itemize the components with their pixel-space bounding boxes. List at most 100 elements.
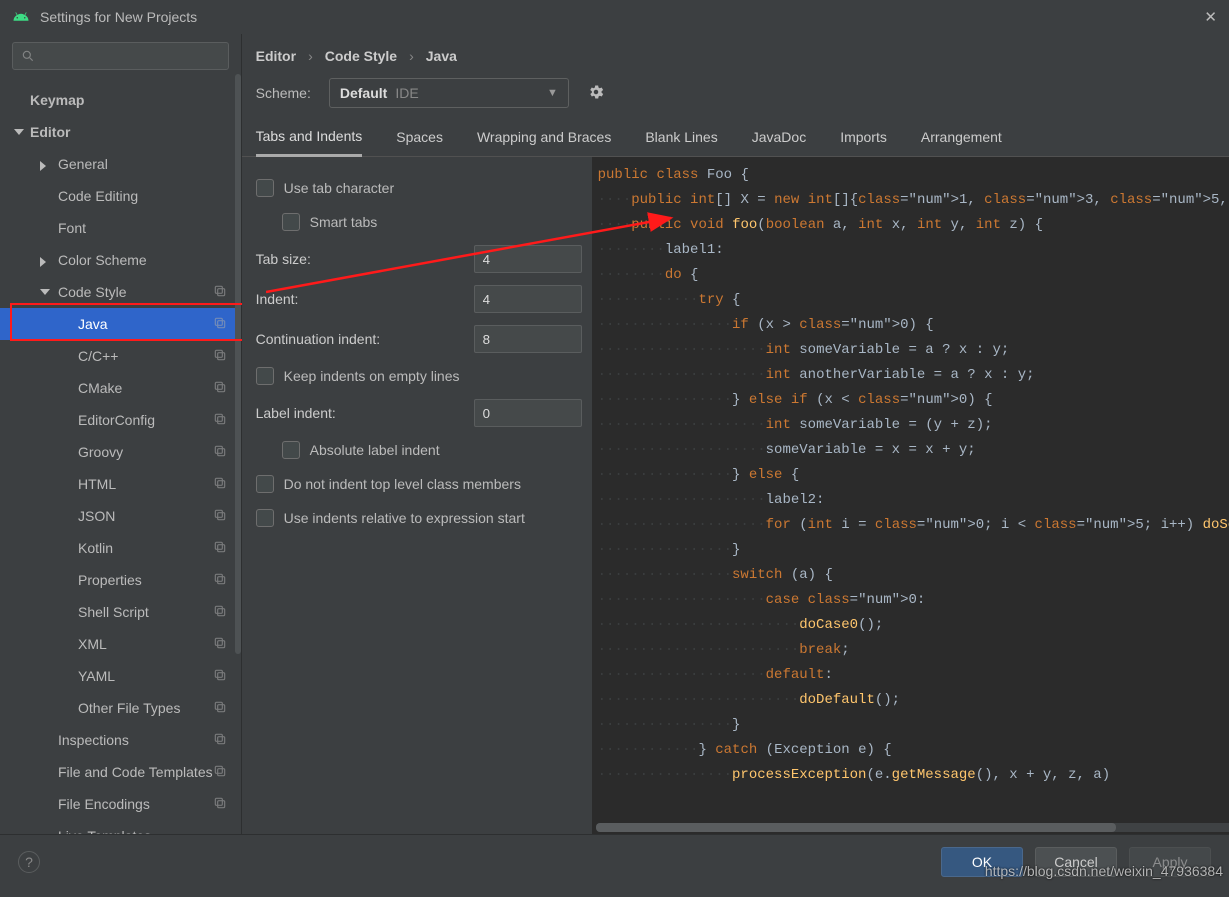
sidebar-item-keymap[interactable]: Keymap (0, 84, 241, 116)
sidebar-item-label: File Encodings (58, 796, 213, 812)
code-lines: public class Foo {····public int[] X = n… (598, 163, 1229, 788)
copy-icon (213, 796, 227, 813)
sidebar-item-code-editing[interactable]: Code Editing (0, 180, 241, 212)
indent-input[interactable] (474, 285, 582, 313)
scheme-scope: IDE (395, 85, 418, 101)
sidebar-item-groovy[interactable]: Groovy (0, 436, 241, 468)
sidebar-item-properties[interactable]: Properties (0, 564, 241, 596)
label-indent-input[interactable] (474, 399, 582, 427)
tab-wrapping-and-braces[interactable]: Wrapping and Braces (477, 129, 611, 155)
tab-javadoc[interactable]: JavaDoc (752, 129, 806, 155)
sidebar-item-label: JSON (78, 508, 213, 524)
code-line: ················if (x > class="num">0) { (598, 313, 1229, 338)
sidebar-item-color-scheme[interactable]: Color Scheme (0, 244, 241, 276)
tab-spaces[interactable]: Spaces (396, 129, 443, 155)
label-indent-label: Label indent: (256, 405, 474, 421)
breadcrumb-item[interactable]: Java (426, 48, 457, 64)
scheme-select[interactable]: Default IDE ▼ (329, 78, 569, 108)
scrollbar-thumb[interactable] (596, 823, 1116, 832)
checkbox[interactable] (282, 441, 300, 459)
help-icon[interactable]: ? (18, 851, 40, 873)
sidebar-item-file-encodings[interactable]: File Encodings (0, 788, 241, 820)
relative-expr-row[interactable]: Use indents relative to expression start (256, 501, 582, 535)
sidebar-item-other-file-types[interactable]: Other File Types (0, 692, 241, 724)
breadcrumb-item[interactable]: Code Style (325, 48, 397, 64)
copy-icon (213, 700, 227, 717)
sidebar-item-json[interactable]: JSON (0, 500, 241, 532)
use-tab-char-row[interactable]: Use tab character (256, 171, 582, 205)
sidebar-item-label: HTML (78, 476, 213, 492)
checkbox[interactable] (256, 475, 274, 493)
sidebar-scrollbar[interactable] (235, 74, 241, 654)
copy-icon (213, 508, 227, 525)
search-input[interactable] (12, 42, 229, 70)
apply-button[interactable]: Apply (1129, 847, 1211, 877)
close-icon[interactable]: ✕ (1204, 8, 1217, 26)
settings-tree: Keymap Editor General Code EditingFont Color… (0, 78, 241, 834)
breadcrumb-item[interactable]: Editor (256, 48, 296, 64)
sidebar-item-label: Inspections (58, 732, 213, 748)
sidebar-item-xml[interactable]: XML (0, 628, 241, 660)
checkbox[interactable] (256, 179, 274, 197)
scheme-name: Default (340, 85, 387, 101)
code-line: ····················case class="num">0: (598, 588, 1229, 613)
sidebar-item-inspections[interactable]: Inspections (0, 724, 241, 756)
sidebar-item-html[interactable]: HTML (0, 468, 241, 500)
tab-tabs-and-indents[interactable]: Tabs and Indents (256, 128, 363, 157)
code-line: ····················int someVariable = a… (598, 338, 1229, 363)
sidebar-item-label: XML (78, 636, 213, 652)
horizontal-scrollbar[interactable] (596, 823, 1229, 832)
keep-indents-empty-row[interactable]: Keep indents on empty lines (256, 359, 582, 393)
chevron-right-icon (40, 161, 46, 171)
code-line: ····················label2: (598, 488, 1229, 513)
cancel-button[interactable]: Cancel (1035, 847, 1117, 877)
sidebar-item-c-c-[interactable]: C/C++ (0, 340, 241, 372)
sidebar-item-label: Color Scheme (58, 252, 227, 268)
sidebar-item-editor[interactable]: Editor (0, 116, 241, 148)
copy-icon (213, 444, 227, 461)
ok-button[interactable]: OK (941, 847, 1023, 877)
tab-size-input[interactable] (474, 245, 582, 273)
sidebar-item-label: Properties (78, 572, 213, 588)
sidebar-item-label: Code Style (58, 284, 213, 300)
code-line: ····················int anotherVariable … (598, 363, 1229, 388)
sidebar-item-shell-script[interactable]: Shell Script (0, 596, 241, 628)
sidebar-item-label: Live Templates (58, 828, 227, 834)
content-area: Editor › Code Style › Java Scheme: Defau… (242, 34, 1229, 834)
sidebar-item-java[interactable]: Java (0, 308, 241, 340)
code-line: ················} else if (x < class="nu… (598, 388, 1229, 413)
tab-blank-lines[interactable]: Blank Lines (645, 129, 717, 155)
sidebar-item-general[interactable]: General (0, 148, 241, 180)
sidebar-item-file-and-code-templates[interactable]: File and Code Templates (0, 756, 241, 788)
absolute-label-indent-row[interactable]: Absolute label indent (256, 433, 582, 467)
copy-icon (213, 348, 227, 365)
sidebar-item-label: Groovy (78, 444, 213, 460)
sidebar-item-label: General (58, 156, 227, 172)
smart-tabs-row[interactable]: Smart tabs (256, 205, 582, 239)
sidebar-item-label: CMake (78, 380, 213, 396)
tab-arrangement[interactable]: Arrangement (921, 129, 1002, 155)
sidebar-item-label: Keymap (30, 92, 227, 108)
code-line: public class Foo { (598, 163, 1229, 188)
sidebar-item-kotlin[interactable]: Kotlin (0, 532, 241, 564)
copy-icon (213, 572, 227, 589)
sidebar-item-live-templates[interactable]: Live Templates (0, 820, 241, 834)
sidebar-item-code-style[interactable]: Code Style (0, 276, 241, 308)
sidebar-item-font[interactable]: Font (0, 212, 241, 244)
tab-imports[interactable]: Imports (840, 129, 887, 155)
code-line: ····················int someVariable = (… (598, 413, 1229, 438)
chevron-down-icon (40, 289, 50, 295)
checkbox[interactable] (282, 213, 300, 231)
search-field[interactable] (35, 49, 220, 64)
continuation-indent-input[interactable] (474, 325, 582, 353)
code-line: ················processException(e.getMe… (598, 763, 1229, 788)
gear-icon[interactable] (587, 83, 605, 104)
checkbox[interactable] (256, 367, 274, 385)
copy-icon (213, 668, 227, 685)
sidebar-item-label: Kotlin (78, 540, 213, 556)
sidebar-item-cmake[interactable]: CMake (0, 372, 241, 404)
checkbox[interactable] (256, 509, 274, 527)
sidebar-item-editorconfig[interactable]: EditorConfig (0, 404, 241, 436)
no-top-level-row[interactable]: Do not indent top level class members (256, 467, 582, 501)
sidebar-item-yaml[interactable]: YAML (0, 660, 241, 692)
